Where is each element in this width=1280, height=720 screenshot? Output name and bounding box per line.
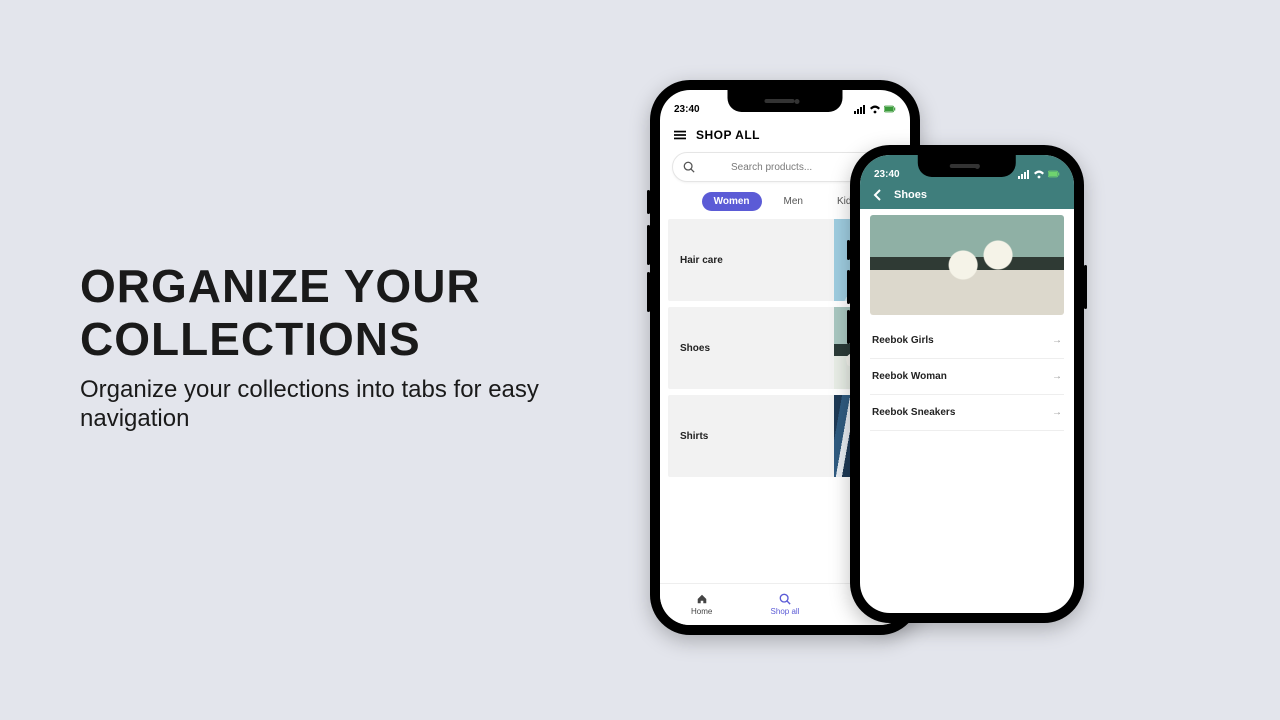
- signal-icon: [854, 103, 866, 115]
- list-item-label: Reebok Girls: [872, 335, 934, 346]
- back-icon[interactable]: [872, 189, 884, 201]
- signal-icon: [1018, 168, 1030, 180]
- status-icons: [1018, 168, 1060, 180]
- app-header: SHOP ALL: [660, 122, 910, 144]
- chevron-right-icon: →: [1052, 335, 1062, 346]
- list-item-label: Reebok Woman: [872, 371, 947, 382]
- menu-icon[interactable]: [674, 129, 686, 141]
- subheadline: Organize your collections into tabs for …: [80, 376, 640, 434]
- nav-home[interactable]: Home: [660, 584, 743, 625]
- battery-icon: [884, 103, 896, 115]
- phone-mockup-shoes: 23:40 Shoes Reebok Girls → Reebok Woman …: [850, 145, 1084, 623]
- header-title: Shoes: [894, 189, 927, 201]
- nav-label: Shop all: [771, 607, 800, 616]
- wifi-icon: [869, 103, 881, 115]
- tab-men[interactable]: Men: [772, 192, 815, 211]
- header-title: SHOP ALL: [696, 128, 760, 142]
- status-time: 23:40: [874, 169, 900, 180]
- list-item-label: Reebok Sneakers: [872, 407, 955, 418]
- search-icon: [683, 161, 695, 173]
- list-item-reebok-sneakers[interactable]: Reebok Sneakers →: [870, 395, 1064, 431]
- home-icon: [696, 593, 708, 605]
- collection-label: Shirts: [668, 431, 708, 442]
- nav-shop-all[interactable]: Shop all: [743, 584, 826, 625]
- battery-icon: [1048, 168, 1060, 180]
- marketing-copy: ORGANIZE YOUR COLLECTIONS Organize your …: [80, 260, 640, 433]
- status-icons: [854, 103, 896, 115]
- chevron-right-icon: →: [1052, 371, 1062, 382]
- app-header: Shoes: [860, 187, 1074, 209]
- headline: ORGANIZE YOUR COLLECTIONS: [80, 260, 640, 366]
- list-item-reebok-girls[interactable]: Reebok Girls →: [870, 323, 1064, 359]
- list-item-reebok-woman[interactable]: Reebok Woman →: [870, 359, 1064, 395]
- subcollection-list: Reebok Girls → Reebok Woman → Reebok Sne…: [860, 323, 1074, 431]
- search-icon: [779, 593, 791, 605]
- collection-label: Shoes: [668, 343, 710, 354]
- hero-image: [870, 215, 1064, 315]
- status-time: 23:40: [674, 104, 700, 115]
- wifi-icon: [1033, 168, 1045, 180]
- collection-label: Hair care: [668, 255, 723, 266]
- chevron-right-icon: →: [1052, 407, 1062, 418]
- nav-label: Home: [691, 607, 712, 616]
- tab-women[interactable]: Women: [702, 192, 762, 211]
- search-placeholder: Search products...: [731, 162, 812, 173]
